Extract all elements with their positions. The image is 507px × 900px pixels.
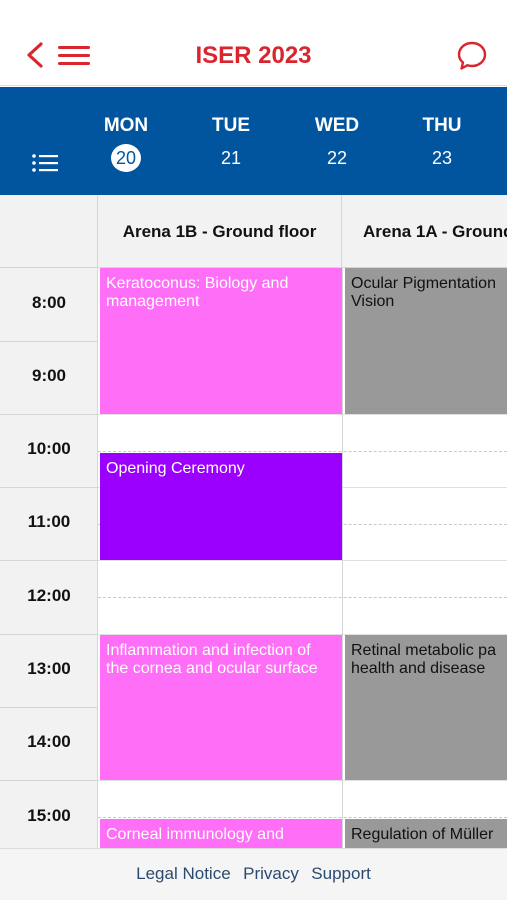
session-title: Inflammation and infection of the cornea… (106, 642, 318, 677)
day-tab-thu[interactable]: THU 23 (402, 115, 482, 172)
day-date: 22 (326, 148, 348, 168)
list-icon[interactable] (32, 154, 58, 172)
chat-bubble-icon[interactable] (456, 40, 488, 72)
time-column: 8:00 9:00 10:00 11:00 12:00 13:00 14:00 … (0, 268, 98, 848)
session-card[interactable]: Regulation of Müller (345, 819, 507, 848)
room-column-header: Arena 1B - Ground floor (98, 195, 342, 268)
hour-label: 12:00 (27, 586, 71, 605)
hour-label: 9:00 (31, 366, 67, 385)
session-card[interactable]: Keratoconus: Biology and management (100, 268, 342, 414)
page-title: ISER 2023 (195, 42, 312, 69)
day-tab-wed[interactable]: WED 22 (297, 115, 377, 172)
privacy-link[interactable]: Privacy (243, 864, 299, 884)
day-name: THU (422, 115, 462, 136)
session-card[interactable]: Inflammation and infection of the cornea… (100, 635, 342, 780)
room-column-header: Arena 1A - Ground floor (363, 222, 507, 241)
session-card[interactable]: Retinal metabolic pa health and disease (345, 635, 507, 780)
hour-label: 11:00 (27, 512, 71, 531)
day-name: MON (103, 115, 149, 136)
hour-label: 15:00 (27, 806, 71, 825)
session-title: Retinal metabolic pa health and disease (351, 642, 496, 677)
room-header-row: Arena 1B - Ground floor Arena 1A - Groun… (0, 195, 507, 268)
day-date: 23 (431, 148, 453, 168)
session-title: Regulation of Müller (351, 826, 494, 843)
session-title: Corneal immunology and (106, 826, 284, 843)
footer: Legal Notice Privacy Support (0, 848, 507, 900)
hour-label: 13:00 (27, 659, 71, 678)
day-name: TUE (212, 115, 250, 136)
session-card[interactable]: Opening Ceremony (100, 453, 342, 560)
day-selector: MON 20 TUE 21 WED 22 THU 23 (0, 87, 507, 195)
session-title: Opening Ceremony (106, 460, 245, 477)
day-tab-mon[interactable]: MON 20 (86, 115, 166, 172)
header-corner (0, 195, 98, 268)
session-title: Keratoconus: Biology and management (106, 275, 289, 310)
top-bar: ISER 2023 (0, 26, 507, 86)
hour-label: 14:00 (27, 732, 71, 751)
session-title: Ocular Pigmentation Vision (351, 275, 496, 310)
hour-label: 8:00 (31, 293, 67, 312)
support-link[interactable]: Support (311, 864, 371, 884)
session-card[interactable]: Corneal immunology and (100, 819, 342, 848)
day-date: 21 (220, 148, 242, 168)
legal-notice-link[interactable]: Legal Notice (136, 864, 231, 884)
schedule-grid[interactable]: 8:00 9:00 10:00 11:00 12:00 13:00 14:00 … (0, 268, 507, 848)
day-date-selected: 20 (111, 144, 141, 172)
hour-label: 10:00 (27, 439, 71, 458)
day-name: WED (314, 115, 360, 136)
day-tab-tue[interactable]: TUE 21 (191, 115, 271, 172)
session-card[interactable]: Ocular Pigmentation Vision (345, 268, 507, 414)
